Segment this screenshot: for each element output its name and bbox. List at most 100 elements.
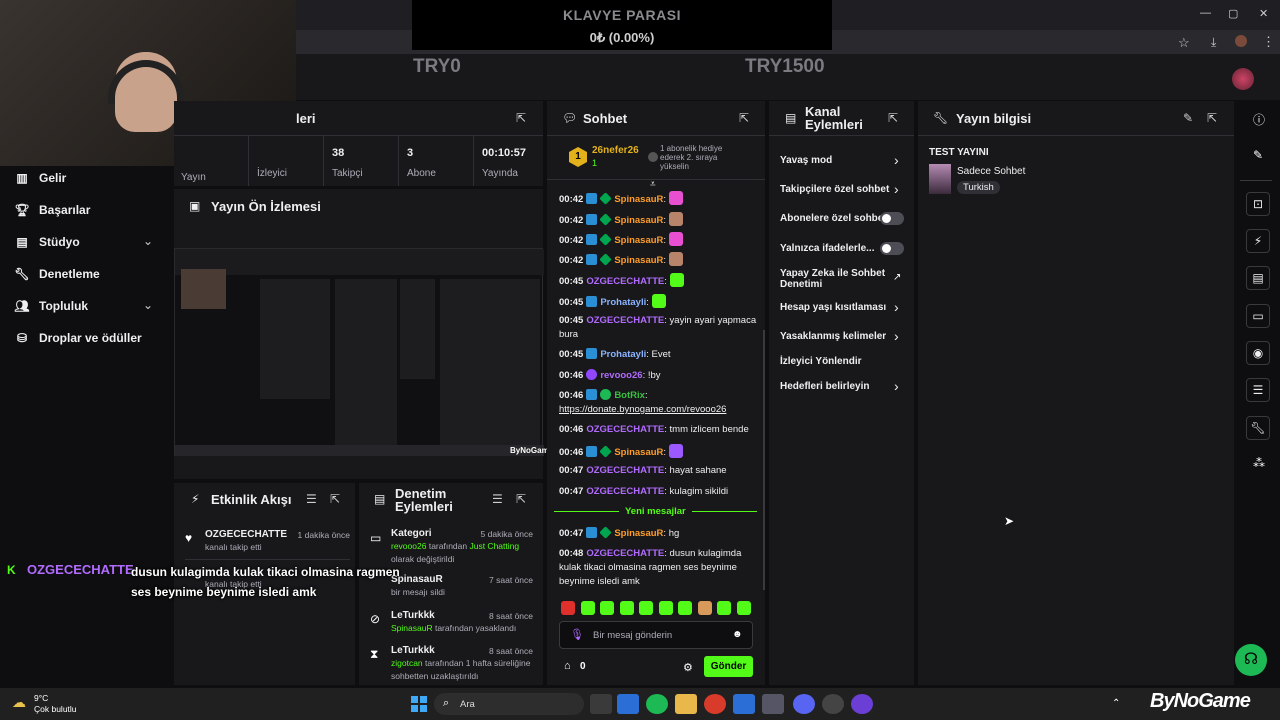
- chat-username[interactable]: SpinasauR: [614, 194, 663, 205]
- chat-username[interactable]: SpinasauR: [614, 447, 663, 458]
- ca-raid[interactable]: İzleyici Yönlendir: [780, 356, 905, 367]
- chat-username[interactable]: Prohatayli: [600, 297, 646, 308]
- emote-picker-item[interactable]: [658, 601, 673, 615]
- chat-username[interactable]: BotRix: [614, 390, 645, 401]
- chevron-down-icon[interactable]: ⌄: [143, 234, 153, 248]
- rail-camera-icon[interactable]: ⊡: [1246, 192, 1270, 216]
- nav-item-gelir[interactable]: ▥ Gelir: [15, 168, 66, 188]
- nav-item-studyo[interactable]: ▤ Stüdyo: [15, 232, 79, 252]
- user-avatar[interactable]: [1232, 68, 1254, 90]
- emote-picker-item[interactable]: [678, 601, 692, 615]
- chevron-right-icon[interactable]: ›: [894, 299, 899, 315]
- chat-username[interactable]: SpinasauR: [614, 528, 663, 539]
- nav-item-droplar[interactable]: ⛁ Droplar ve ödüller: [15, 328, 142, 348]
- chevron-right-icon[interactable]: ›: [894, 328, 899, 344]
- taskbar-search[interactable]: [434, 693, 584, 715]
- popout-icon[interactable]: ⇱: [1207, 111, 1217, 125]
- chat-username[interactable]: OZGECECHATTE: [586, 486, 664, 497]
- obs-icon[interactable]: [822, 694, 844, 714]
- toggle-subscribers-only[interactable]: [880, 212, 904, 225]
- app-icon[interactable]: [762, 694, 784, 714]
- chat-username[interactable]: SpinasauR: [614, 235, 663, 246]
- chevron-right-icon[interactable]: ›: [894, 181, 899, 197]
- windows-start-icon[interactable]: [411, 696, 427, 712]
- toggle-emote-only[interactable]: [880, 242, 904, 255]
- nav-item-denetleme[interactable]: 🔧︎ Denetleme: [14, 264, 99, 284]
- emote-picker-item[interactable]: [717, 601, 731, 615]
- emote-picker-item[interactable]: [639, 601, 653, 615]
- emoji-icon[interactable]: ☻: [732, 629, 743, 640]
- rail-list-icon[interactable]: ☰: [1246, 378, 1270, 402]
- external-link-icon[interactable]: ↗: [893, 272, 901, 283]
- stream-preview[interactable]: ByNoGame: [174, 248, 553, 456]
- popout-icon[interactable]: ⇱: [330, 492, 340, 506]
- support-headset-icon[interactable]: ☊: [1235, 644, 1267, 676]
- chat-username[interactable]: Prohatayli: [600, 349, 646, 360]
- chevron-right-icon[interactable]: ›: [894, 378, 899, 394]
- chat-username[interactable]: OZGECECHATTE: [586, 424, 664, 435]
- rail-broadcast-icon[interactable]: ◉: [1246, 341, 1270, 365]
- ca-account-age[interactable]: Hesap yaşı kısıtlaması: [780, 302, 905, 313]
- emote-picker-item[interactable]: [580, 601, 595, 615]
- rail-bolt-icon[interactable]: ⚡︎: [1246, 229, 1270, 253]
- apps-icon[interactable]: ⁂: [1253, 456, 1265, 470]
- mail-icon[interactable]: [733, 694, 755, 714]
- rail-chat-icon[interactable]: ▭: [1246, 304, 1270, 328]
- maximize-button[interactable]: ▢: [1228, 7, 1238, 20]
- chrome-icon[interactable]: [704, 694, 726, 714]
- popout-icon[interactable]: ⇱: [516, 492, 526, 506]
- category-name[interactable]: Sadece Sohbet: [957, 166, 1025, 177]
- ca-ai-moderation[interactable]: Yapay Zeka ile Sohbet Denetimi: [780, 268, 888, 290]
- emote-picker-item[interactable]: [619, 601, 634, 615]
- ca-goals[interactable]: Hedefleri belirleyin: [780, 381, 905, 392]
- nav-item-topluluk[interactable]: 👥︎ Topluluk: [14, 296, 88, 316]
- edit-pencil-icon[interactable]: ✎: [1183, 111, 1193, 125]
- filter-icon[interactable]: ☰: [306, 492, 317, 506]
- mic-icon[interactable]: 🎙︎: [570, 628, 584, 641]
- send-button[interactable]: Gönder: [704, 656, 753, 677]
- popout-icon[interactable]: ⇱: [516, 111, 526, 125]
- chat-username[interactable]: revooo26: [600, 370, 642, 381]
- chat-username[interactable]: OZGECECHATTE: [586, 315, 664, 326]
- rail-doc-icon[interactable]: ▤: [1246, 266, 1270, 290]
- close-button[interactable]: ✕: [1259, 7, 1268, 20]
- chevron-down-icon[interactable]: ⌄: [143, 298, 153, 312]
- minimize-button[interactable]: —: [1200, 7, 1211, 19]
- menu-kebab-icon[interactable]: ⋮: [1262, 34, 1275, 50]
- nav-item-basarilar[interactable]: 🏆︎ Başarılar: [14, 200, 90, 220]
- bookmark-star-icon[interactable]: ☆: [1178, 35, 1190, 51]
- rail-wrench-icon[interactable]: 🔧︎: [1246, 416, 1270, 440]
- collapse-icon[interactable]: ⩡: [650, 179, 656, 190]
- explorer-icon[interactable]: [675, 694, 697, 714]
- discord-icon[interactable]: [793, 694, 815, 714]
- emote-picker-item[interactable]: [736, 601, 751, 615]
- ca-followers-only[interactable]: Takipçilere özel sohbet: [780, 184, 905, 195]
- filter-icon[interactable]: ☰: [492, 492, 503, 506]
- spotify-icon[interactable]: [646, 694, 668, 714]
- chat-input[interactable]: Bir mesaj gönderin: [593, 630, 672, 641]
- profile-avatar[interactable]: [1235, 35, 1247, 47]
- chat-username[interactable]: OZGECECHATTE: [586, 465, 664, 476]
- emote-picker-item[interactable]: [600, 601, 614, 615]
- store-icon[interactable]: ⌂: [564, 660, 571, 672]
- pencil-icon[interactable]: ✎: [1253, 148, 1263, 162]
- tray-chevron-icon[interactable]: ⌃: [1112, 698, 1120, 709]
- gear-icon[interactable]: ⚙︎: [683, 661, 693, 674]
- emote-bar[interactable]: [561, 601, 756, 615]
- popout-icon[interactable]: ⇱: [888, 111, 898, 125]
- chat-username[interactable]: OZGECECHATTE: [586, 276, 664, 287]
- app-icon[interactable]: [851, 694, 873, 714]
- store-app-icon[interactable]: [617, 694, 639, 714]
- category-thumbnail[interactable]: [929, 164, 951, 194]
- tag-pill[interactable]: Turkish: [957, 181, 1000, 194]
- chat-scrollbar[interactable]: [763, 330, 765, 590]
- chat-username[interactable]: SpinasauR: [614, 255, 663, 266]
- chevron-right-icon[interactable]: ›: [894, 152, 899, 168]
- info-icon[interactable]: ⓘ: [1253, 111, 1265, 128]
- popout-icon[interactable]: ⇱: [739, 111, 749, 125]
- emote-picker-item[interactable]: [697, 601, 712, 615]
- ca-banned-words[interactable]: Yasaklanmış kelimeler: [780, 331, 905, 342]
- taskview-icon[interactable]: [590, 694, 612, 714]
- emote-picker-item[interactable]: [561, 601, 575, 615]
- ca-slow-mode[interactable]: Yavaş mod: [780, 155, 905, 166]
